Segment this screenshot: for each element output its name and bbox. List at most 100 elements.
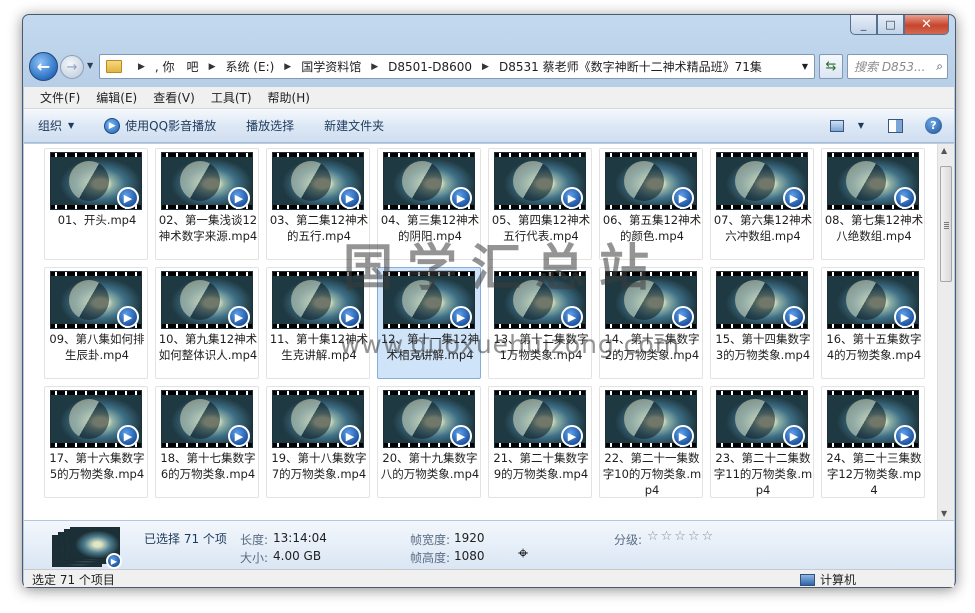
- change-view-icon[interactable]: [829, 119, 844, 132]
- back-button[interactable]: ←: [29, 52, 58, 81]
- address-dropdown-icon[interactable]: ▼: [802, 62, 808, 71]
- chevron-right-icon[interactable]: ▶: [138, 62, 145, 72]
- preview-pane-icon[interactable]: [888, 118, 903, 133]
- breadcrumb-library[interactable]: 国学资料馆: [301, 58, 361, 75]
- file-item[interactable]: ▶ 21、第二十集数字9的万物类象.mp4: [488, 386, 592, 498]
- details-pane: ▶ 已选择 71 个项 长度: 13:14:04 大小: 4.00 GB 帧宽度…: [24, 520, 954, 569]
- file-item[interactable]: ▶ 10、第九集12神术如何整体识人.mp4: [155, 267, 259, 379]
- refresh-button[interactable]: ⇆: [819, 54, 843, 79]
- view-options-dropdown[interactable]: ▼: [852, 121, 864, 130]
- file-name: 18、第十七集数字6的万物类象.mp4: [160, 451, 256, 481]
- file-item[interactable]: ▶ 03、第二集12神术的五行.mp4: [266, 148, 370, 260]
- file-item[interactable]: ▶ 18、第十七集数字6的万物类象.mp4: [155, 386, 259, 498]
- minimize-button[interactable]: _: [850, 15, 877, 35]
- explorer-window: _ □ ✕ ← → ▼ ▶ , 你 吧 ▶ 系统 (E:) ▶ 国学资料馆 ▶ …: [22, 14, 956, 588]
- play-with-qq-label: 使用QQ影音播放: [125, 119, 217, 133]
- file-item[interactable]: ▶ 09、第八集如何排生辰卦.mp4: [44, 267, 148, 379]
- file-item[interactable]: ▶ 16、第十五集数字4的万物类象.mp4: [821, 267, 925, 379]
- file-item[interactable]: ▶ 23、第二十二集数字11的万物类象.mp4: [710, 386, 814, 498]
- video-file-icon: ▶: [894, 425, 916, 447]
- file-name: 06、第五集12神术的颜色.mp4: [602, 213, 702, 243]
- file-item[interactable]: ▶ 06、第五集12神术的颜色.mp4: [599, 148, 703, 260]
- menu-tools[interactable]: 工具(T): [203, 89, 260, 106]
- maximize-button[interactable]: □: [877, 15, 904, 35]
- file-name: 20、第十九集数字八的万物类象.mp4: [380, 451, 480, 481]
- organize-button[interactable]: 组织 ▼: [38, 117, 74, 134]
- vertical-scrollbar[interactable]: ▲ ▼: [937, 144, 954, 520]
- arrow-right-icon: →: [66, 59, 78, 75]
- address-bar[interactable]: ▶ , 你 吧 ▶ 系统 (E:) ▶ 国学资料馆 ▶ D8501-D8600 …: [99, 54, 815, 79]
- search-placeholder: 搜索 D853...: [854, 60, 926, 74]
- file-name: 17、第十六集数字5的万物类象.mp4: [49, 451, 145, 481]
- video-file-icon: ▶: [783, 187, 805, 209]
- scroll-up-icon[interactable]: ▲: [941, 146, 947, 155]
- chevron-right-icon[interactable]: ▶: [284, 62, 291, 72]
- search-input[interactable]: 搜索 D853... ⌕: [847, 54, 948, 79]
- duration-label: 长度:: [240, 533, 269, 547]
- status-location-label: 计算机: [820, 573, 857, 587]
- file-name: 11、第十集12神术生克讲解.mp4: [269, 332, 369, 362]
- breadcrumb-user[interactable]: , 你 吧: [155, 58, 199, 75]
- file-item[interactable]: ▶ 12、第十一集12神术相克讲解.mp4: [377, 267, 481, 379]
- menu-file[interactable]: 文件(F): [32, 89, 88, 106]
- file-item[interactable]: ▶ 11、第十集12神术生克讲解.mp4: [266, 267, 370, 379]
- play-with-qq-button[interactable]: ▶ 使用QQ影音播放: [104, 117, 216, 134]
- scrollbar-thumb[interactable]: [940, 166, 952, 282]
- search-icon[interactable]: ⌕: [936, 59, 943, 74]
- forward-button[interactable]: →: [60, 55, 84, 79]
- video-file-icon: ▶: [228, 306, 250, 328]
- file-name: 01、开头.mp4: [57, 213, 137, 227]
- file-name: 16、第十五集数字4的万物类象.mp4: [826, 332, 922, 362]
- video-file-icon: ▶: [117, 425, 139, 447]
- size-value: 4.00 GB: [273, 549, 322, 563]
- frame-height-value: 1080: [454, 549, 485, 563]
- file-item[interactable]: ▶ 05、第四集12神术五行代表.mp4: [488, 148, 592, 260]
- breadcrumb-current[interactable]: D8531 蔡老师《数字神断十二神术精品班》71集: [499, 58, 762, 75]
- file-item[interactable]: ▶ 08、第七集12神术八绝数组.mp4: [821, 148, 925, 260]
- command-bar: 组织 ▼ ▶ 使用QQ影音播放 播放选择 新建文件夹 ▼ ?: [24, 109, 954, 143]
- file-item[interactable]: ▶ 24、第二十三集数字12万物类象.mp4: [821, 386, 925, 498]
- file-name: 14、第十三集数字2的万物类象.mp4: [604, 332, 700, 362]
- file-item[interactable]: ▶ 15、第十四集数字3的万物类象.mp4: [710, 267, 814, 379]
- breadcrumb-drive[interactable]: 系统 (E:): [225, 58, 274, 75]
- file-name: 09、第八集如何排生辰卦.mp4: [49, 332, 145, 362]
- file-item[interactable]: ▶ 01、开头.mp4: [44, 148, 148, 260]
- file-list-view[interactable]: ▶ 01、开头.mp4 ▶ 02、第一集浅谈12神术数字来源.mp4 ▶ 03、第二集12…: [24, 144, 954, 520]
- video-file-icon: ▶: [561, 306, 583, 328]
- menu-view[interactable]: 查看(V): [145, 89, 203, 106]
- video-file-icon: ▶: [894, 306, 916, 328]
- recent-pages-dropdown[interactable]: ▼: [87, 61, 93, 70]
- rating-stars[interactable]: ☆☆☆☆☆: [647, 529, 715, 544]
- file-item[interactable]: ▶ 19、第十八集数字7的万物类象.mp4: [266, 386, 370, 498]
- file-item[interactable]: ▶ 04、第三集12神术的阴阳.mp4: [377, 148, 481, 260]
- file-name: 13、第十二集数字1万物类象.mp4: [493, 332, 589, 362]
- frame-height-label: 帧高度:: [410, 551, 451, 565]
- file-item[interactable]: ▶ 02、第一集浅谈12神术数字来源.mp4: [155, 148, 259, 260]
- file-item[interactable]: ▶ 13、第十二集数字1万物类象.mp4: [488, 267, 592, 379]
- video-file-icon: ▶: [117, 306, 139, 328]
- breadcrumb-range[interactable]: D8501-D8600: [388, 60, 472, 74]
- menu-help[interactable]: 帮助(H): [260, 89, 318, 106]
- file-item[interactable]: ▶ 07、第六集12神术六冲数组.mp4: [710, 148, 814, 260]
- new-folder-button[interactable]: 新建文件夹: [324, 117, 384, 134]
- help-icon[interactable]: ?: [925, 117, 942, 134]
- scroll-down-icon[interactable]: ▼: [941, 509, 947, 518]
- close-button[interactable]: ✕: [904, 15, 949, 35]
- chevron-right-icon[interactable]: ▶: [371, 62, 378, 72]
- file-item[interactable]: ▶ 17、第十六集数字5的万物类象.mp4: [44, 386, 148, 498]
- refresh-icon: ⇆: [825, 59, 837, 74]
- video-file-icon: ▶: [450, 306, 472, 328]
- video-file-icon: ▶: [450, 425, 472, 447]
- video-file-icon: ▶: [672, 187, 694, 209]
- chevron-right-icon[interactable]: ▶: [209, 62, 216, 72]
- file-item[interactable]: ▶ 20、第十九集数字八的万物类象.mp4: [377, 386, 481, 498]
- frame-width-value: 1920: [454, 531, 485, 545]
- file-name: 12、第十一集12神术相克讲解.mp4: [380, 332, 480, 362]
- chevron-right-icon[interactable]: ▶: [482, 62, 489, 72]
- computer-icon: [800, 573, 815, 586]
- play-selection-button[interactable]: 播放选择: [246, 117, 294, 134]
- status-location: 计算机: [800, 571, 856, 588]
- file-item[interactable]: ▶ 22、第二十一集数字10的万物类象.mp4: [599, 386, 703, 498]
- menu-edit[interactable]: 编辑(E): [88, 89, 145, 106]
- file-item[interactable]: ▶ 14、第十三集数字2的万物类象.mp4: [599, 267, 703, 379]
